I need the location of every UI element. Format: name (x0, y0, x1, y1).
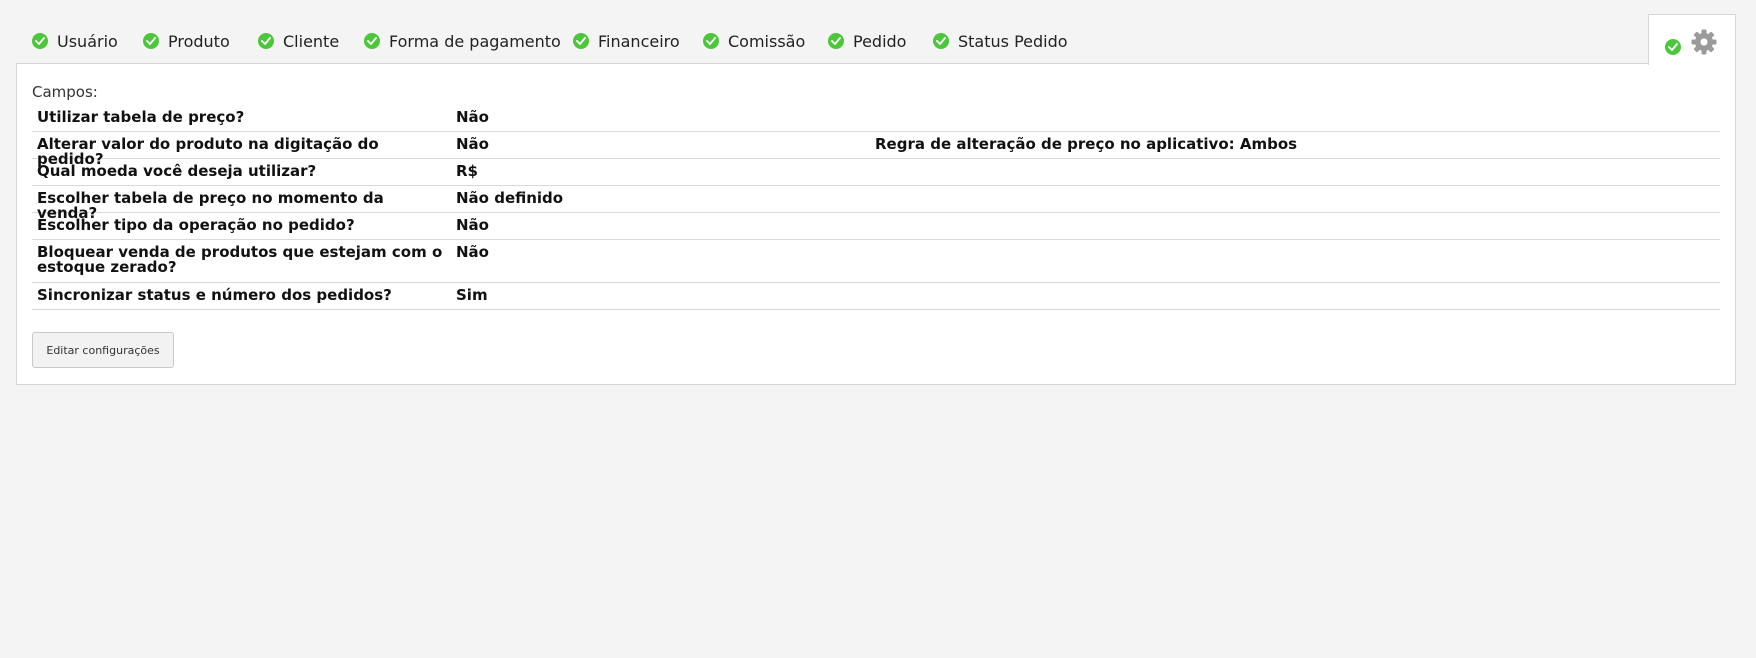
setting-answer: Não definido (456, 189, 564, 207)
tab-settings[interactable] (1648, 14, 1736, 65)
tab-produto[interactable]: Produto (143, 28, 230, 54)
tab-label: Cliente (283, 31, 340, 51)
check-circle-icon (703, 33, 719, 49)
tab-label: Usuário (57, 31, 118, 51)
fields-label: Campos: (32, 83, 98, 101)
table-row: Escolher tabela de preço no momento da v… (32, 186, 1720, 221)
tab-forma-de-pagamento[interactable]: Forma de pagamento (364, 28, 561, 54)
tab-label: Financeiro (598, 31, 680, 51)
tab-financeiro[interactable]: Financeiro (573, 28, 680, 54)
table-row: Alterar valor do produto na digitação do… (32, 132, 1720, 167)
setting-answer: Não (456, 243, 489, 261)
setting-answer: Não (456, 216, 489, 234)
tab-usuario[interactable]: Usuário (32, 28, 118, 54)
check-circle-icon (573, 33, 589, 49)
table-row: Sincronizar status e número dos pedidos?… (32, 283, 1720, 310)
setting-answer: Não (456, 135, 489, 153)
setting-extra: Regra de alteração de preço no aplicativ… (875, 135, 1298, 153)
tab-status-pedido[interactable]: Status Pedido (933, 28, 1068, 54)
check-circle-icon (1665, 39, 1681, 55)
tab-bar: Usuário Produto Cliente Forma de pagamen… (16, 14, 1736, 65)
table-row: Qual moeda você deseja utilizar? R$ (32, 159, 1720, 186)
tab-label: Pedido (853, 31, 907, 51)
check-circle-icon (143, 33, 159, 49)
check-circle-icon (828, 33, 844, 49)
check-circle-icon (933, 33, 949, 49)
check-circle-icon (32, 33, 48, 49)
setting-answer: Sim (456, 286, 488, 304)
check-circle-icon (364, 33, 380, 49)
tab-label: Produto (168, 31, 230, 51)
settings-panel: Campos: Utilizar tabela de preço? Não Al… (16, 63, 1736, 385)
setting-question: Qual moeda você deseja utilizar? (37, 162, 317, 180)
table-row: Escolher tipo da operação no pedido? Não (32, 213, 1720, 240)
table-row: Bloquear venda de produtos que estejam c… (32, 240, 1720, 283)
settings-table: Utilizar tabela de preço? Não Alterar va… (32, 105, 1720, 310)
setting-answer: R$ (456, 162, 478, 180)
table-row: Utilizar tabela de preço? Não (32, 105, 1720, 132)
tab-label: Comissão (728, 31, 806, 51)
check-circle-icon (258, 33, 274, 49)
tab-label: Forma de pagamento (389, 31, 561, 51)
tab-cliente[interactable]: Cliente (258, 28, 339, 54)
setting-question: Escolher tipo da operação no pedido? (37, 216, 355, 234)
gear-icon (1691, 29, 1717, 59)
setting-question: Sincronizar status e número dos pedidos? (37, 286, 392, 304)
tab-label: Status Pedido (958, 31, 1068, 51)
tab-comissao[interactable]: Comissão (703, 28, 805, 54)
edit-settings-button[interactable]: Editar configurações (32, 332, 174, 368)
setting-answer: Não (456, 108, 489, 126)
app-root: Usuário Produto Cliente Forma de pagamen… (0, 0, 1756, 658)
tab-pedido[interactable]: Pedido (828, 28, 906, 54)
setting-question: Bloquear venda de produtos que estejam c… (37, 243, 443, 276)
setting-question: Utilizar tabela de preço? (37, 108, 245, 126)
